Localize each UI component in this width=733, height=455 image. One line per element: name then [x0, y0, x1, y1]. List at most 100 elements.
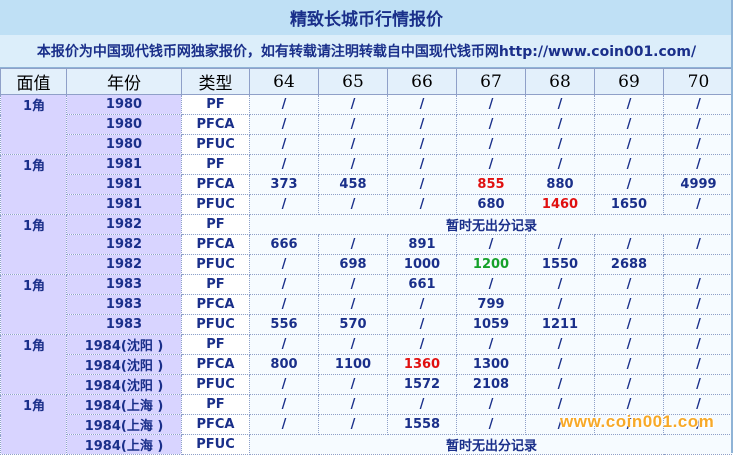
- price-cell: /: [526, 375, 595, 395]
- price-cell: 2108: [457, 375, 526, 395]
- price-cell: 855: [457, 175, 526, 195]
- type-cell: PF: [182, 335, 250, 355]
- price-cell: /: [664, 375, 733, 395]
- price-row: 1982PFCA666/891////: [1, 235, 733, 255]
- price-cell: 1558: [388, 415, 457, 435]
- year-cell: 1981: [67, 155, 182, 175]
- year-cell: 1982: [67, 215, 182, 235]
- price-cell: /: [388, 395, 457, 415]
- type-cell: PF: [182, 95, 250, 115]
- year-cell: 1982: [67, 235, 182, 255]
- price-cell: /: [319, 195, 388, 215]
- price-table-body: 1角1980PF///////1980PFCA///////1980PFUC//…: [1, 95, 733, 455]
- price-cell: 1550: [526, 255, 595, 275]
- price-cell: [664, 255, 733, 275]
- type-cell: PFCA: [182, 115, 250, 135]
- price-cell: /: [319, 415, 388, 435]
- price-row: 1角1983PF//661////: [1, 275, 733, 295]
- denomination-cell: 1角: [1, 215, 67, 275]
- price-cell: /: [664, 315, 733, 335]
- price-row: 1984(上海 )PFUC暂时无出分记录: [1, 435, 733, 455]
- price-cell: /: [595, 115, 664, 135]
- price-cell: 1360: [388, 355, 457, 375]
- price-cell: 1300: [457, 355, 526, 375]
- price-cell: /: [664, 235, 733, 255]
- type-cell: PFCA: [182, 295, 250, 315]
- denomination-cell: 1角: [1, 275, 67, 335]
- price-cell: 1572: [388, 375, 457, 395]
- type-cell: PFCA: [182, 175, 250, 195]
- price-cell: /: [664, 115, 733, 135]
- price-cell: 458: [319, 175, 388, 195]
- type-cell: PFUC: [182, 255, 250, 275]
- price-cell: 1211: [526, 315, 595, 335]
- type-cell: PFCA: [182, 355, 250, 375]
- price-cell: /: [664, 335, 733, 355]
- price-cell: /: [595, 135, 664, 155]
- price-cell: /: [319, 335, 388, 355]
- price-row: 1984(沈阳 )PFCA800110013601300///: [1, 355, 733, 375]
- price-row: 1981PFUC///68014601650/: [1, 195, 733, 215]
- price-cell: 1200: [457, 255, 526, 275]
- year-cell: 1984(沈阳 ): [67, 375, 182, 395]
- year-cell: 1984(沈阳 ): [67, 335, 182, 355]
- price-cell: /: [595, 355, 664, 375]
- price-cell: /: [457, 415, 526, 435]
- no-record-cell: 暂时无出分记录: [250, 435, 733, 455]
- price-table: 面值 年份 类型 64 65 66 67 68 69 70 1角1980PF//…: [0, 68, 733, 455]
- type-cell: PFCA: [182, 415, 250, 435]
- price-cell: /: [250, 395, 319, 415]
- header-grade-68: 68: [526, 69, 595, 95]
- price-cell: /: [526, 335, 595, 355]
- price-cell: /: [250, 375, 319, 395]
- price-row: 1角1980PF///////: [1, 95, 733, 115]
- price-cell: 373: [250, 175, 319, 195]
- price-cell: /: [457, 335, 526, 355]
- price-cell: /: [457, 115, 526, 135]
- price-cell: /: [250, 275, 319, 295]
- header-grade-69: 69: [595, 69, 664, 95]
- price-cell: /: [319, 135, 388, 155]
- price-cell: /: [250, 335, 319, 355]
- price-cell: /: [250, 155, 319, 175]
- price-cell: /: [526, 115, 595, 135]
- price-cell: /: [664, 95, 733, 115]
- site-watermark: www.coin001.com: [560, 412, 714, 432]
- price-row: 1角1981PF///////: [1, 155, 733, 175]
- price-cell: /: [526, 235, 595, 255]
- price-cell: /: [595, 235, 664, 255]
- year-cell: 1983: [67, 275, 182, 295]
- price-cell: 4999: [664, 175, 733, 195]
- price-cell: /: [388, 295, 457, 315]
- header-row: 面值 年份 类型 64 65 66 67 68 69 70: [1, 69, 733, 95]
- price-row: 1980PFCA///////: [1, 115, 733, 135]
- price-cell: /: [457, 395, 526, 415]
- type-cell: PFUC: [182, 195, 250, 215]
- price-cell: 800: [250, 355, 319, 375]
- price-cell: 1460: [526, 195, 595, 215]
- price-cell: /: [526, 295, 595, 315]
- type-cell: PFCA: [182, 235, 250, 255]
- type-cell: PF: [182, 275, 250, 295]
- price-cell: 570: [319, 315, 388, 335]
- price-page: { "title": "精致长城币行情报价", "notice": "本报价为中…: [0, 0, 733, 453]
- price-cell: /: [250, 295, 319, 315]
- price-cell: /: [388, 195, 457, 215]
- price-cell: 799: [457, 295, 526, 315]
- type-cell: PFUC: [182, 435, 250, 455]
- header-type: 类型: [182, 69, 250, 95]
- price-row: 1角1982PF暂时无出分记录: [1, 215, 733, 235]
- year-cell: 1984(上海 ): [67, 395, 182, 415]
- price-cell: /: [595, 315, 664, 335]
- price-cell: /: [526, 355, 595, 375]
- header-grade-65: 65: [319, 69, 388, 95]
- price-cell: /: [595, 95, 664, 115]
- page-title: 精致长城币行情报价: [0, 0, 733, 36]
- year-cell: 1983: [67, 295, 182, 315]
- year-cell: 1980: [67, 115, 182, 135]
- price-cell: /: [388, 115, 457, 135]
- type-cell: PFUC: [182, 375, 250, 395]
- price-cell: /: [664, 355, 733, 375]
- year-cell: 1980: [67, 135, 182, 155]
- price-cell: 1650: [595, 195, 664, 215]
